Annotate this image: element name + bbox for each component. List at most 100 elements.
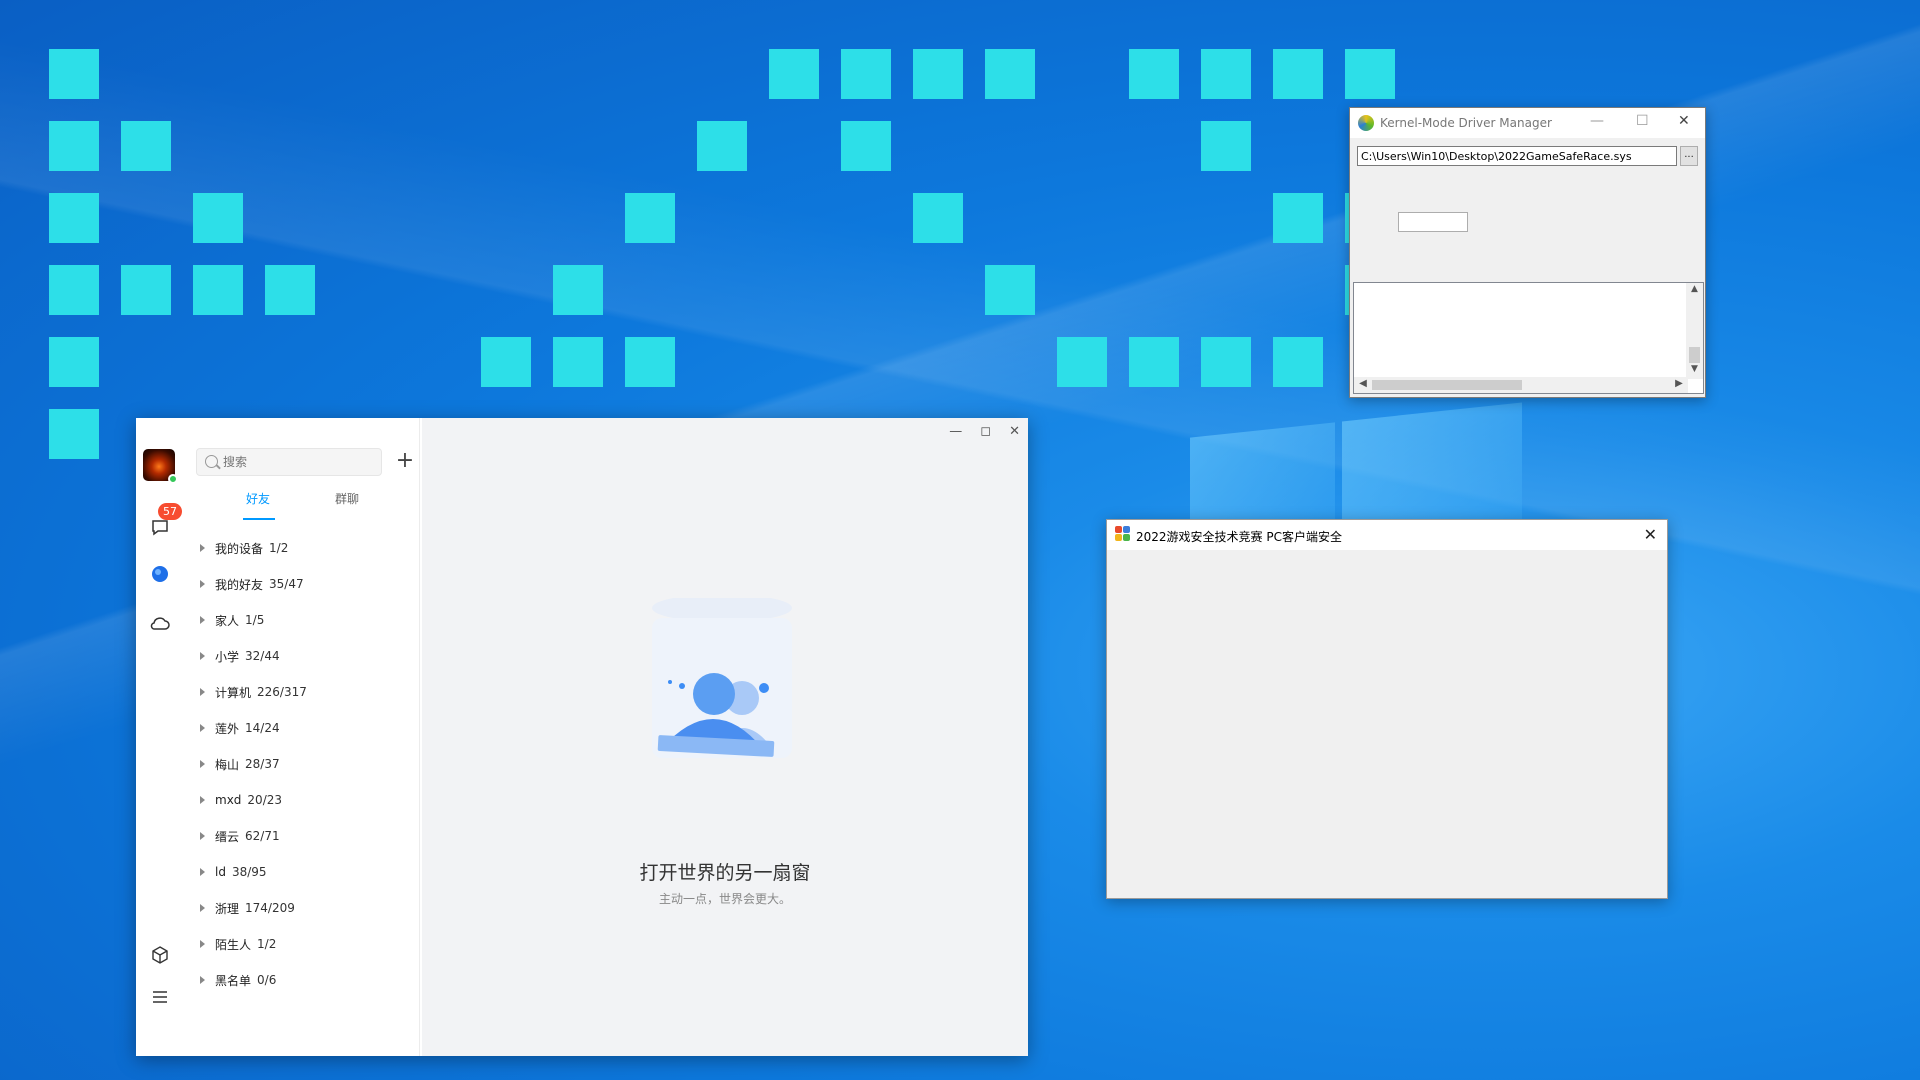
group-name: 家人 (215, 613, 240, 628)
desktop-tile (1273, 193, 1323, 243)
desktop-tile (625, 337, 675, 387)
empty-state-title: 打开世界的另一扇窗 (639, 862, 811, 884)
scroll-right-icon[interactable]: ▶ (1672, 378, 1686, 392)
group-name: 我的设备 (215, 541, 264, 556)
group-count: 62/71 (245, 829, 280, 843)
expand-arrow-icon (200, 616, 205, 624)
cube-icon[interactable] (149, 944, 171, 966)
horizontal-scrollbar[interactable]: ◀ ▶ (1354, 377, 1688, 393)
driver-path-input[interactable] (1357, 146, 1677, 166)
desktop-tile (1129, 337, 1179, 387)
friend-group-row[interactable]: ld 38/95 (184, 854, 420, 890)
friend-group-row[interactable]: 家人 1/5 (184, 602, 420, 638)
expand-arrow-icon (200, 724, 205, 732)
expand-arrow-icon (200, 940, 205, 948)
desktop-tile (697, 121, 747, 171)
group-count: 226/317 (257, 685, 307, 699)
group-name: mxd (215, 793, 242, 807)
desktop-tile (1345, 49, 1395, 99)
desktop-tile (1273, 49, 1323, 99)
app-icon (1115, 526, 1131, 542)
gamesafe-title: 2022游戏安全技术竞赛 PC客户端安全 (1136, 530, 1342, 544)
group-count: 38/95 (231, 865, 267, 879)
qq-main-panel: — ◻ ✕ 打开世界的另一扇窗 主动一点，世界会更大。 (422, 418, 1028, 1056)
kernel-driver-manager-window[interactable]: Kernel-Mode Driver Manager — ☐ ✕ ... ▲ ▼… (1349, 107, 1706, 398)
friend-group-row[interactable]: 陌生人 1/2 (184, 926, 420, 962)
close-button[interactable]: ✕ (1678, 113, 1690, 129)
menu-icon[interactable] (149, 986, 171, 1008)
scroll-thumb[interactable] (1689, 347, 1700, 363)
unread-badge: 57 (158, 503, 182, 520)
expand-arrow-icon (200, 976, 205, 984)
gamesafe-window[interactable]: 2022游戏安全技术竞赛 PC客户端安全 ✕ (1106, 519, 1668, 899)
scroll-left-icon[interactable]: ◀ (1356, 378, 1370, 392)
expand-arrow-icon (200, 760, 205, 768)
add-button[interactable]: + (392, 449, 418, 475)
search-input[interactable] (223, 453, 373, 471)
friend-group-row[interactable]: 莲外 14/24 (184, 710, 420, 746)
group-count: 1/2 (269, 541, 289, 555)
app-icon (1358, 115, 1374, 131)
group-name: 浙理 (215, 901, 240, 916)
friend-group-row[interactable]: 缙云 62/71 (184, 818, 420, 854)
desktop-tile (1129, 49, 1179, 99)
minimize-button[interactable]: — (1590, 113, 1604, 129)
expand-arrow-icon (200, 652, 205, 660)
desktop-tile (625, 193, 675, 243)
friend-group-row[interactable]: 梅山 28/37 (184, 746, 420, 782)
scroll-down-icon[interactable]: ▼ (1686, 364, 1703, 378)
search-icon (205, 455, 218, 468)
scroll-up-icon[interactable]: ▲ (1686, 284, 1703, 298)
desktop-tile (121, 265, 171, 315)
expand-arrow-icon (200, 796, 205, 804)
browse-button[interactable]: ... (1680, 146, 1698, 166)
log-output[interactable]: ▲ ▼ ◀ ▶ (1353, 282, 1704, 394)
close-button[interactable]: ✕ (1009, 424, 1020, 439)
qq-side-rail: 57 (136, 418, 184, 1056)
expand-arrow-icon (200, 580, 205, 588)
qq-window-controls: — ◻ ✕ (949, 424, 1020, 439)
desktop-tile (49, 121, 99, 171)
group-name: 计算机 (215, 685, 252, 700)
friend-group-row[interactable]: 黑名单 0/6 (184, 962, 420, 998)
tab-friends[interactable]: 好友 (246, 490, 270, 507)
group-name: 黑名单 (215, 973, 252, 988)
gamesafe-titlebar: 2022游戏安全技术竞赛 PC客户端安全 ✕ (1107, 520, 1667, 550)
contact-tabs: 好友 群聊 (184, 490, 420, 518)
cloud-icon[interactable] (149, 613, 171, 635)
kmdm-titlebar: Kernel-Mode Driver Manager — ☐ ✕ (1350, 108, 1705, 138)
friend-group-row[interactable]: 我的设备 1/2 (184, 530, 420, 566)
group-name: 梅山 (215, 757, 240, 772)
desktop-tile (841, 49, 891, 99)
tab-groups[interactable]: 群聊 (335, 490, 359, 507)
friend-group-row[interactable]: 浙理 174/209 (184, 890, 420, 926)
desktop-tile (1273, 337, 1323, 387)
friend-group-row[interactable]: mxd 20/23 (184, 782, 420, 818)
desktop-tile (769, 49, 819, 99)
desktop-tile (49, 337, 99, 387)
search-box[interactable] (196, 448, 382, 476)
vertical-scrollbar[interactable]: ▲ ▼ (1686, 283, 1703, 379)
desktop-tile (985, 49, 1035, 99)
friend-group-row[interactable]: 小学 32/44 (184, 638, 420, 674)
friend-group-row[interactable]: 计算机 226/317 (184, 674, 420, 710)
group-name: 陌生人 (215, 937, 252, 952)
scroll-thumb[interactable] (1372, 380, 1522, 390)
friend-group-row[interactable]: 我的好友 35/47 (184, 566, 420, 602)
maximize-button[interactable]: ◻ (980, 424, 991, 439)
group-name: 缙云 (215, 829, 240, 844)
driver-action-button[interactable] (1398, 212, 1468, 232)
maximize-button[interactable]: ☐ (1636, 113, 1649, 129)
group-count: 174/209 (245, 901, 295, 915)
desktop-tile (553, 337, 603, 387)
minimize-button[interactable]: — (949, 424, 962, 439)
group-count: 0/6 (257, 973, 277, 987)
desktop-tile (121, 121, 171, 171)
expand-arrow-icon (200, 544, 205, 552)
contacts-icon[interactable] (149, 563, 171, 585)
expand-arrow-icon (200, 868, 205, 876)
contact-list-panel: + 好友 群聊 我的设备 1/2 我的好友 35/47 家人 1/5 小学 32/44 计算机 2… (184, 418, 420, 1056)
close-button[interactable]: ✕ (1644, 525, 1657, 544)
qq-window[interactable]: 57 + 好友 群聊 我的设备 1/2 我的好友 35/47 家人 1/5 小学 32/44 计… (136, 418, 1028, 1056)
desktop-tile (841, 121, 891, 171)
